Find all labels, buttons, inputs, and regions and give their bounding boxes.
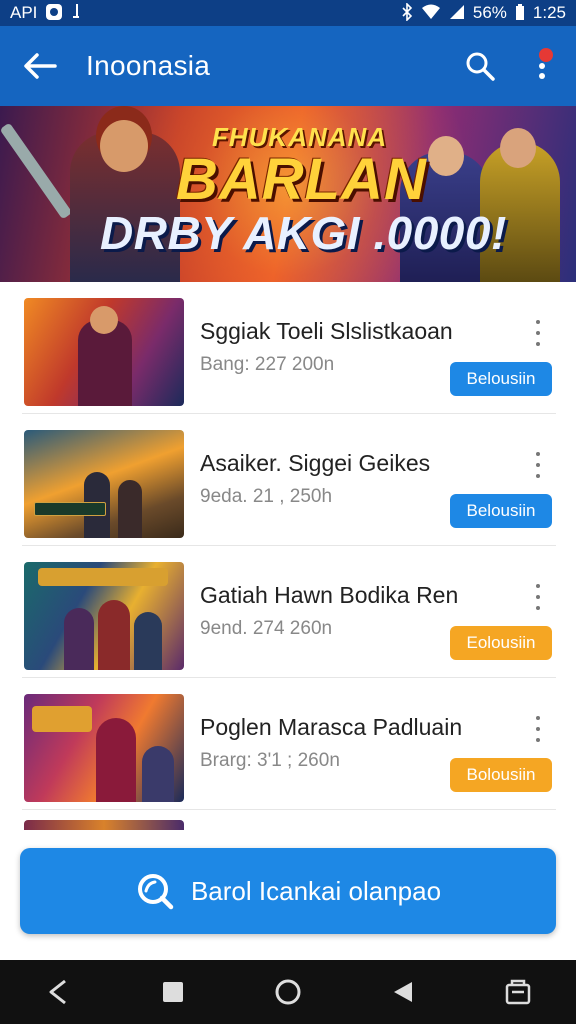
item-more-button[interactable] [528, 716, 548, 742]
bluetooth-icon [401, 1, 413, 24]
search-icon [466, 52, 495, 81]
item-action-button[interactable]: Eolousiin [450, 626, 552, 660]
app-icon [45, 3, 63, 24]
item-more-button[interactable] [528, 584, 548, 610]
back-button[interactable] [20, 46, 60, 86]
banner-subheadline: DRBY AKGI .0000! [100, 207, 507, 259]
battery-icon [515, 3, 525, 24]
nav-home-button[interactable] [266, 970, 310, 1014]
list-item[interactable]: Gatiah Hawn Bodika Ren 9end. 274 260n Eo… [22, 546, 556, 678]
thumbnail-figure [118, 480, 142, 538]
thumbnail-sign [34, 502, 106, 516]
item-subtitle: 9end. 274 260n [200, 618, 333, 639]
promo-banner[interactable]: FHUKANANA BARLAN DRBY AKGI .0000! [0, 106, 576, 282]
banner-hero-left-head [100, 120, 148, 172]
list-item[interactable]: Asaiker. Siggei Geikes 9eda. 21 , 250h B… [22, 414, 556, 546]
status-left: API [10, 3, 81, 24]
primary-cta-button[interactable]: Barol Icankai olanpao [20, 848, 556, 934]
signal-indicator-icon [71, 3, 81, 24]
banner-hero-right-gold-head [500, 128, 536, 168]
list-item[interactable]: Sggiak Toeli Slslistkaoan Bang: 227 200n… [22, 282, 556, 414]
game-thumbnail [24, 430, 184, 538]
recents-icon [506, 979, 531, 1005]
thumbnail-logo [38, 568, 168, 586]
thumbnail-figure [98, 600, 130, 670]
wifi-icon [421, 4, 441, 23]
item-title: Sggiak Toeli Slslistkaoan [200, 318, 453, 344]
app-bar: Inoonasia [0, 26, 576, 106]
status-bar: API 56% 1:25 [0, 0, 576, 26]
nav-recents-button[interactable] [496, 970, 540, 1014]
square-icon [162, 982, 183, 1002]
thumbnail-figure-head [90, 306, 118, 334]
thumbnail-logo [32, 706, 92, 732]
carrier-label: API [10, 3, 38, 22]
item-subtitle: 9eda. 21 , 250h [200, 486, 333, 507]
overflow-menu-button[interactable] [522, 46, 562, 86]
banner-hero-right-head [428, 136, 464, 176]
thumbnail-figure [142, 746, 174, 802]
item-action-button[interactable]: Belousiin [450, 494, 552, 528]
clock: 1:25 [532, 3, 566, 22]
nav-back-button[interactable] [36, 970, 80, 1014]
play-reverse-icon [394, 982, 413, 1002]
search-icon [137, 874, 174, 910]
item-title: Asaiker. Siggei Geikes [200, 450, 431, 476]
nav-play-button[interactable] [381, 970, 425, 1014]
cell-signal-icon [449, 4, 465, 23]
home-circle-icon [275, 979, 301, 1005]
nav-square-button[interactable] [151, 970, 195, 1014]
banner-headline: BARLAN [176, 147, 427, 212]
battery-percent: 56% [472, 3, 507, 22]
system-nav-bar [0, 960, 576, 1024]
item-more-button[interactable] [528, 452, 548, 478]
notification-dot [539, 48, 553, 62]
list-item[interactable]: Poglen Marasca Padluain Brarg: 3'1 ; 260… [22, 678, 556, 810]
item-title: Gatiah Hawn Bodika Ren [200, 582, 459, 608]
banner-weapon-art [0, 122, 73, 220]
item-more-button[interactable] [528, 320, 548, 346]
game-list: Sggiak Toeli Slslistkaoan Bang: 227 200n… [22, 282, 556, 810]
cta-label: Barol Icankai olanpao [190, 875, 442, 906]
thumbnail-figure [64, 608, 94, 670]
item-action-button[interactable]: Belousiin [450, 362, 552, 396]
game-thumbnail [24, 298, 184, 406]
item-title: Poglen Marasca Padluain [200, 714, 463, 740]
item-subtitle: Bang: 227 200n [200, 354, 335, 375]
thumbnail-figure [96, 718, 136, 802]
search-button[interactable] [460, 46, 500, 86]
game-thumbnail [24, 694, 184, 802]
page-title: Inoonasia [86, 50, 211, 81]
back-triangle-icon [49, 979, 66, 1005]
back-arrow-icon [24, 53, 57, 79]
thumbnail-figure [134, 612, 162, 670]
status-right: 56% 1:25 [401, 1, 566, 24]
game-thumbnail [24, 562, 184, 670]
item-action-button[interactable]: Bolousiin [450, 758, 552, 792]
item-subtitle: Brarg: 3'1 ; 260n [200, 750, 340, 771]
